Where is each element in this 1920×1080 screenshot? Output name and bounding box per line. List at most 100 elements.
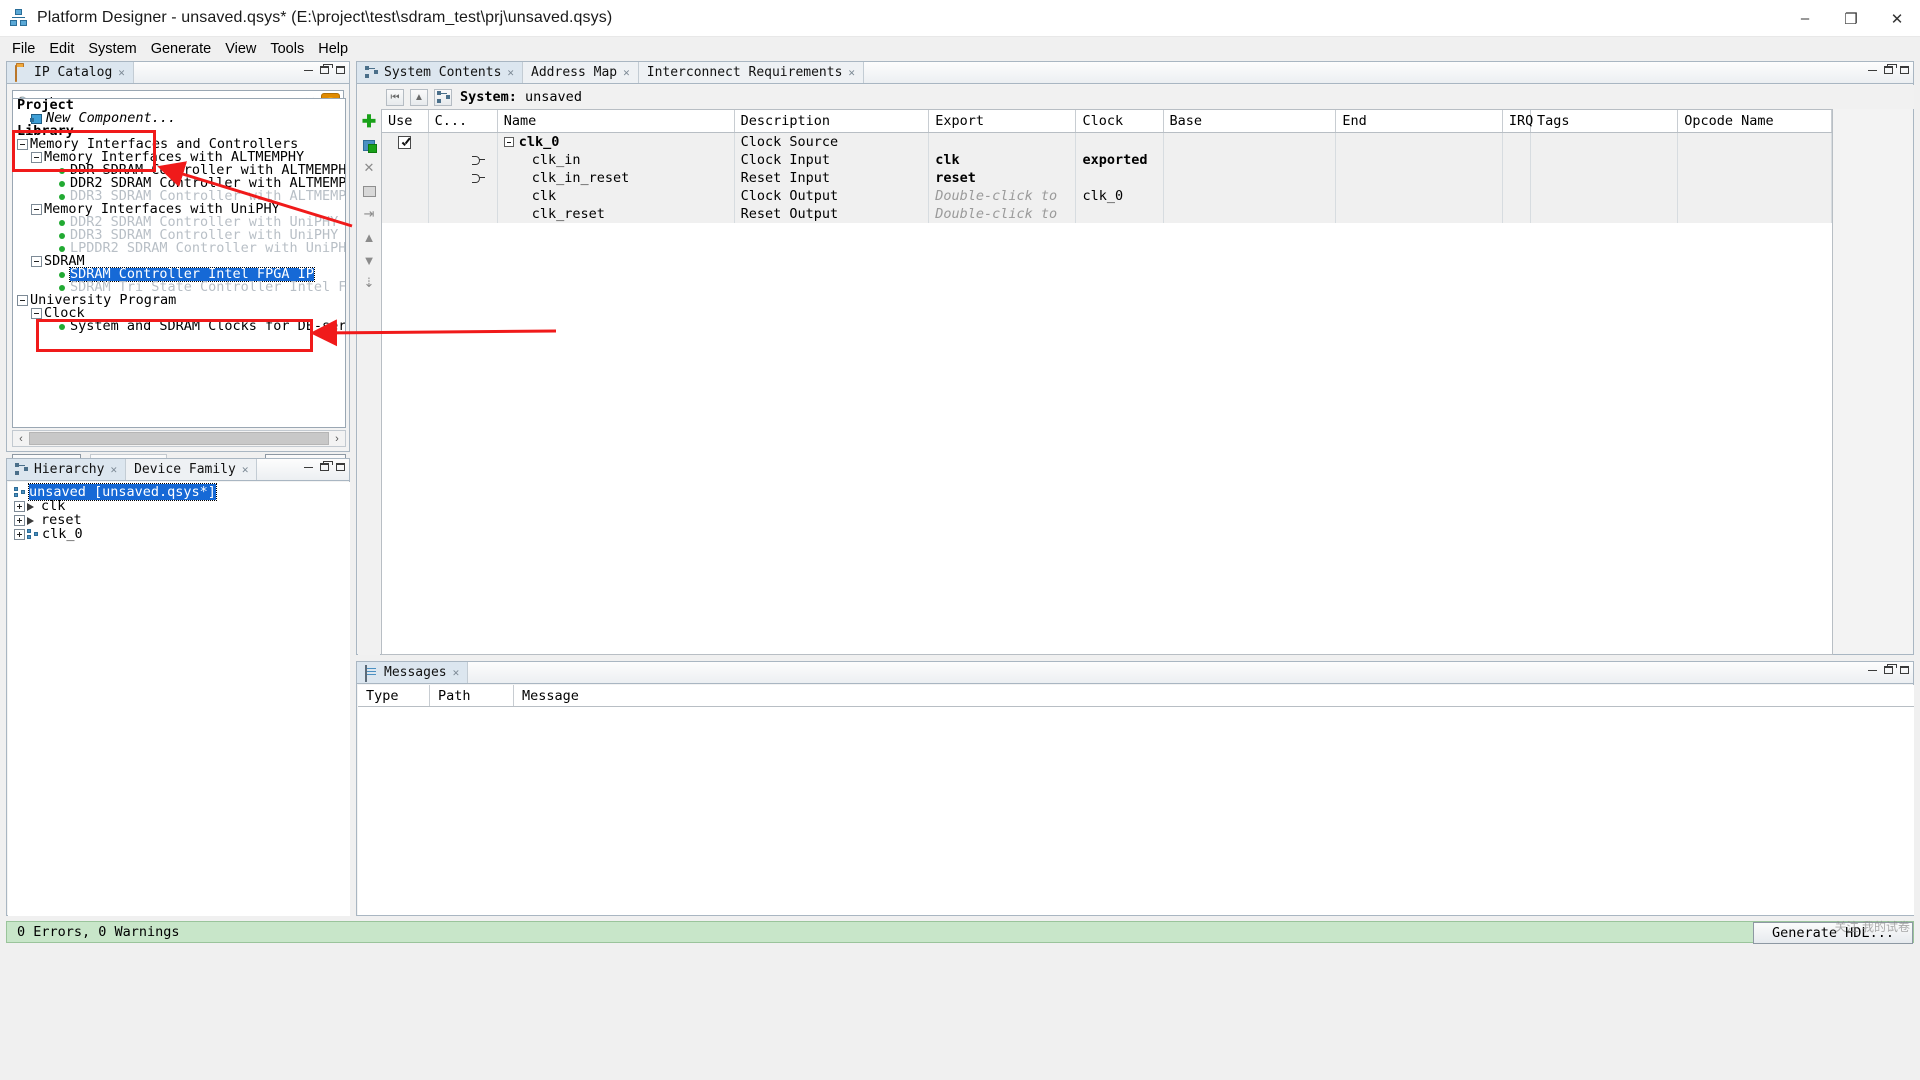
close-icon[interactable]: ✕ [118,66,125,79]
cell-clock[interactable] [1075,205,1164,223]
cell-irq[interactable] [1502,187,1532,205]
ip-tree-horizontal-scrollbar[interactable]: ‹ › [12,430,346,447]
panel-float-icon[interactable] [320,461,333,473]
hierarchy-row[interactable]: reset [8,512,350,528]
hierarchy-row[interactable]: clk [8,498,350,514]
cell-name[interactable]: clk_reset [497,205,735,223]
panel-minimize-icon[interactable] [1868,664,1877,676]
cell-opcode-name[interactable] [1677,205,1832,223]
cell-connections[interactable] [428,151,498,169]
cell-end[interactable] [1335,151,1503,169]
column-base[interactable]: Base [1163,110,1337,133]
cell-use[interactable] [382,132,429,151]
close-icon[interactable]: ✕ [848,66,855,79]
hierarchy-row[interactable]: unsaved [unsaved.qsys*] [8,483,350,501]
cell-end[interactable] [1335,187,1503,205]
cell-name[interactable]: clk_in_reset [497,169,735,187]
cell-export[interactable]: Double-click to [928,187,1077,205]
collapse-icon[interactable] [17,139,28,150]
scroll-left-icon[interactable]: ‹ [13,433,29,445]
cell-end[interactable] [1335,132,1503,151]
tab-interconnect-requirements[interactable]: Interconnect Requirements ✕ [638,62,865,83]
panel-minimize-icon[interactable] [304,461,313,473]
cell-export[interactable] [928,132,1077,151]
cell-opcode-name[interactable] [1677,151,1832,169]
cell-base[interactable] [1163,151,1337,169]
expand-icon[interactable] [14,514,25,526]
system-contents-table-container[interactable]: Use C... Name Description Export Clock B… [381,109,1833,655]
cell-base[interactable] [1163,169,1337,187]
panel-maximize-icon[interactable] [1900,64,1909,76]
expand-icon[interactable] [14,528,25,540]
tab-hierarchy[interactable]: Hierarchy ✕ [7,459,127,480]
column-end[interactable]: End [1335,110,1503,133]
cell-connections[interactable] [428,132,498,151]
column-path[interactable]: Path [430,685,514,706]
cell-name[interactable]: clk_in [497,151,735,169]
cell-clock[interactable]: exported [1075,151,1164,169]
ip-catalog-tree[interactable]: Project New Component... Library Memory Int… [12,98,346,428]
cell-name[interactable]: clk [497,187,735,205]
column-connections[interactable]: C... [428,110,498,133]
move-bottom-icon[interactable]: ⇣ [361,275,377,291]
table-row[interactable]: clk_in_reset Reset Input reset [382,169,1832,187]
close-icon[interactable]: ✕ [110,463,117,476]
close-icon[interactable]: ✕ [507,66,514,79]
column-message[interactable]: Message [514,685,1914,706]
cell-connections[interactable] [428,169,498,187]
panel-float-icon[interactable] [1884,64,1897,76]
panel-float-icon[interactable] [1884,664,1897,676]
cell-name[interactable]: clk_0 [497,132,735,151]
cell-use[interactable] [382,151,429,169]
menu-help[interactable]: Help [311,39,355,59]
table-row[interactable]: clk Clock Output Double-click to clk_0 [382,187,1832,205]
collapse-icon[interactable] [31,152,42,163]
cell-tags[interactable] [1530,169,1679,187]
cell-connections[interactable] [428,205,498,223]
cell-clock[interactable] [1075,132,1164,151]
move-up-icon[interactable]: ▲ [410,88,428,106]
column-use[interactable]: Use [382,110,429,133]
close-icon[interactable]: ✕ [453,666,460,679]
cell-description[interactable]: Clock Source [734,132,930,151]
duplicate-icon[interactable] [361,137,377,153]
cell-end[interactable] [1335,169,1503,187]
panel-minimize-icon[interactable] [304,64,313,76]
collapse-icon[interactable] [17,295,28,306]
tab-address-map[interactable]: Address Map ✕ [523,62,639,83]
maximize-button[interactable]: ❐ [1828,0,1874,37]
cell-export[interactable]: clk [928,151,1077,169]
cell-connections[interactable] [428,187,498,205]
column-export[interactable]: Export [928,110,1077,133]
minimize-button[interactable]: – [1782,0,1828,37]
panel-float-icon[interactable] [320,64,333,76]
add-component-icon[interactable]: ✚ [361,112,377,131]
menu-view[interactable]: View [218,39,263,59]
panel-maximize-icon[interactable] [336,461,345,473]
table-row[interactable]: clk_in Clock Input clk exported [382,151,1832,169]
cell-export[interactable]: Double-click to [928,205,1077,223]
column-tags[interactable]: Tags [1530,110,1679,133]
ip-tree-item[interactable]: System and SDRAM Clocks for DE-series B [13,319,345,333]
cell-irq[interactable] [1502,151,1532,169]
table-row[interactable]: clk_0 Clock Source [382,132,1832,151]
cell-irq[interactable] [1502,132,1532,151]
cell-use[interactable] [382,187,429,205]
cell-description[interactable]: Reset Output [734,205,930,223]
cell-clock[interactable] [1075,169,1164,187]
cell-description[interactable]: Reset Input [734,169,930,187]
scroll-right-icon[interactable]: › [329,433,345,445]
close-button[interactable]: ✕ [1874,0,1920,37]
panel-maximize-icon[interactable] [1900,664,1909,676]
cell-description[interactable]: Clock Input [734,151,930,169]
tab-ip-catalog[interactable]: IP Catalog ✕ [7,62,134,83]
tab-device-family[interactable]: Device Family ✕ [126,459,258,480]
cell-irq[interactable] [1502,205,1532,223]
hierarchy-tree[interactable]: unsaved [unsaved.qsys*] clk reset clk_0 [8,482,350,916]
collapse-all-icon[interactable]: ⏮ [386,88,404,106]
cell-base[interactable] [1163,132,1337,151]
cell-tags[interactable] [1530,151,1679,169]
cell-opcode-name[interactable] [1677,132,1832,151]
cell-use[interactable] [382,205,429,223]
menu-system[interactable]: System [81,39,143,59]
